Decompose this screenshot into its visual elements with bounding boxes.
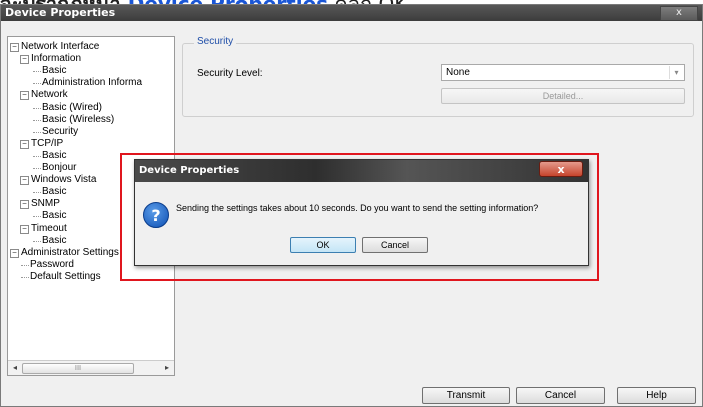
tree-connector: [33, 192, 41, 194]
window-close-button[interactable]: x: [660, 6, 698, 21]
security-level-label: Security Level:: [197, 68, 263, 79]
cancel-button[interactable]: Cancel: [516, 387, 605, 404]
tree-connector: [33, 155, 41, 157]
security-level-select[interactable]: None ▾: [441, 64, 685, 81]
tree-item-label: Windows Vista: [31, 174, 97, 186]
collapse-icon[interactable]: −: [20, 176, 29, 186]
tree-item-label: Password: [30, 258, 74, 270]
scroll-right-arrow-icon[interactable]: ▸: [161, 362, 173, 373]
tree-connector: [33, 168, 41, 169]
tree-item[interactable]: Basic (Wireless): [8, 114, 174, 126]
tree-item-label: Basic (Wired): [42, 101, 103, 113]
window-title: Device Properties: [5, 6, 116, 19]
tree-connector: [21, 264, 29, 266]
tree-item-label: Default Settings: [30, 270, 101, 282]
tree-connector: [33, 83, 41, 85]
ok-button[interactable]: OK: [290, 237, 356, 253]
security-group-label: Security: [194, 36, 237, 47]
scroll-left-arrow-icon[interactable]: ◂: [9, 362, 21, 373]
tree-item[interactable]: − Network Interface: [8, 41, 174, 53]
tree-item[interactable]: − Information: [8, 53, 174, 65]
tree-connector: [33, 240, 41, 242]
tree-item[interactable]: Security: [8, 125, 174, 138]
tree-item-label: Basic (Wireless): [42, 113, 115, 125]
tree-item-label: Security: [42, 125, 79, 137]
chevron-down-icon[interactable]: ▾: [669, 66, 683, 79]
tree-item-label: Basic: [42, 186, 67, 198]
tree-connector: [33, 119, 41, 121]
tree-item-label: Network Interface: [21, 41, 100, 52]
security-level-value: None: [446, 67, 470, 78]
tree-item[interactable]: Basic: [8, 65, 174, 77]
collapse-icon[interactable]: −: [10, 248, 19, 258]
collapse-icon[interactable]: −: [20, 200, 29, 210]
tree-item-label: Basic: [42, 65, 67, 77]
tree-item-label: TCP/IP: [31, 137, 64, 149]
dialog-titlebar: Device Properties x: [135, 160, 588, 182]
tree-item[interactable]: − Network: [8, 89, 174, 101]
window-titlebar: Device Properties x: [1, 5, 702, 21]
tree-item[interactable]: − TCP/IP: [8, 138, 174, 150]
tree-item-label: Administration Informa: [42, 77, 143, 89]
dialog-title: Device Properties: [139, 165, 240, 176]
tree-item-label: Timeout: [31, 222, 67, 234]
help-button[interactable]: Help: [617, 387, 696, 404]
dialog-message: Sending the settings takes about 10 seco…: [176, 203, 539, 213]
tree-item-label: Bonjour: [42, 162, 77, 173]
dialog-close-button[interactable]: x: [539, 161, 583, 177]
collapse-icon[interactable]: −: [20, 139, 29, 149]
tree-item-label: SNMP: [31, 198, 60, 210]
tree-connector: [21, 276, 29, 278]
collapse-icon[interactable]: −: [20, 55, 29, 65]
tree-item-label: Basic: [42, 149, 67, 161]
tree-item-label: Information: [31, 53, 82, 65]
tree-item-label: Basic: [42, 210, 67, 222]
tree-horizontal-scrollbar[interactable]: ◂ III ▸: [8, 360, 174, 375]
tree-item-label: Basic: [42, 234, 67, 246]
question-icon: ?: [143, 202, 169, 228]
tree-item[interactable]: Administration Informa: [8, 77, 174, 89]
tree-item-label: Administrator Settings: [21, 246, 119, 258]
collapse-icon[interactable]: −: [20, 91, 29, 101]
tree-connector: [33, 107, 41, 109]
tree-connector: [33, 71, 41, 73]
detailed-button[interactable]: Detailed...: [441, 88, 685, 104]
collapse-icon[interactable]: −: [10, 43, 19, 52]
tree-connector: [33, 216, 41, 218]
collapse-icon[interactable]: −: [20, 224, 29, 234]
tree-connector: [33, 131, 41, 133]
transmit-button[interactable]: Transmit: [422, 387, 510, 404]
dialog-cancel-button[interactable]: Cancel: [362, 237, 428, 253]
tree-item[interactable]: Basic (Wired): [8, 102, 174, 114]
scroll-thumb[interactable]: III: [22, 363, 134, 374]
confirm-dialog: Device Properties x ? Sending the settin…: [134, 159, 589, 266]
tree-item-label: Network: [31, 89, 68, 101]
